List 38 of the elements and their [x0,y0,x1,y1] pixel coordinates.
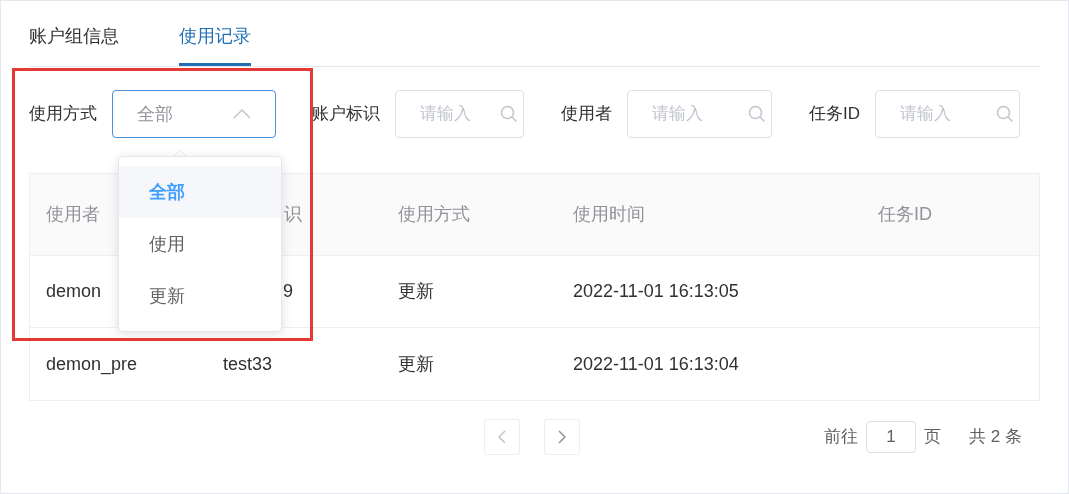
table-cell: 更新 [398,281,434,301]
page-suffix: 页 [924,426,941,449]
table-cell: demon_pre [46,353,138,374]
filter-label: 账户标识 [312,103,380,126]
select-value: 全部 [137,102,173,126]
next-page-button[interactable] [544,419,580,455]
filter-label: 使用方式 [29,103,97,126]
page-input[interactable]: 1 [866,421,916,453]
search-field[interactable]: 请输入 [627,90,772,138]
chevron-right-icon [558,430,566,444]
total-count: 共 2 条 [969,426,1022,449]
column-header: 识 [284,204,302,224]
search-field[interactable]: 请输入 [395,90,524,138]
column-header: 使用者 [46,204,100,224]
dropdown-option[interactable]: 更新 [119,270,281,322]
previous-page-button[interactable] [484,419,520,455]
table-cell: 9 [283,281,293,301]
column-header: 使用时间 [573,204,645,224]
table-cell: 2022-11-01 16:13:04 [573,353,739,374]
search-field[interactable]: 请输入 [875,90,1020,138]
filter-label: 任务ID [809,103,860,126]
search-icon [748,105,766,123]
tab[interactable]: 使用记录 [179,1,251,66]
dropdown-option[interactable]: 使用 [119,218,281,270]
search-icon [996,105,1014,123]
select-field[interactable]: 全部 [112,90,276,138]
goto-label: 前往 [824,426,858,449]
tab[interactable]: 账户组信息 [29,1,119,66]
chevron-left-icon [498,430,506,444]
filter-label: 使用者 [561,103,612,126]
chevron-up-icon [233,109,251,119]
column-header: 任务ID [878,204,932,224]
table-cell: 更新 [398,353,434,374]
table-cell: test33 [223,353,273,374]
search-icon [500,105,518,123]
table-cell: 2022-11-01 16:13:05 [573,281,739,301]
column-header: 使用方式 [398,204,470,224]
table-cell: demon [46,281,102,301]
